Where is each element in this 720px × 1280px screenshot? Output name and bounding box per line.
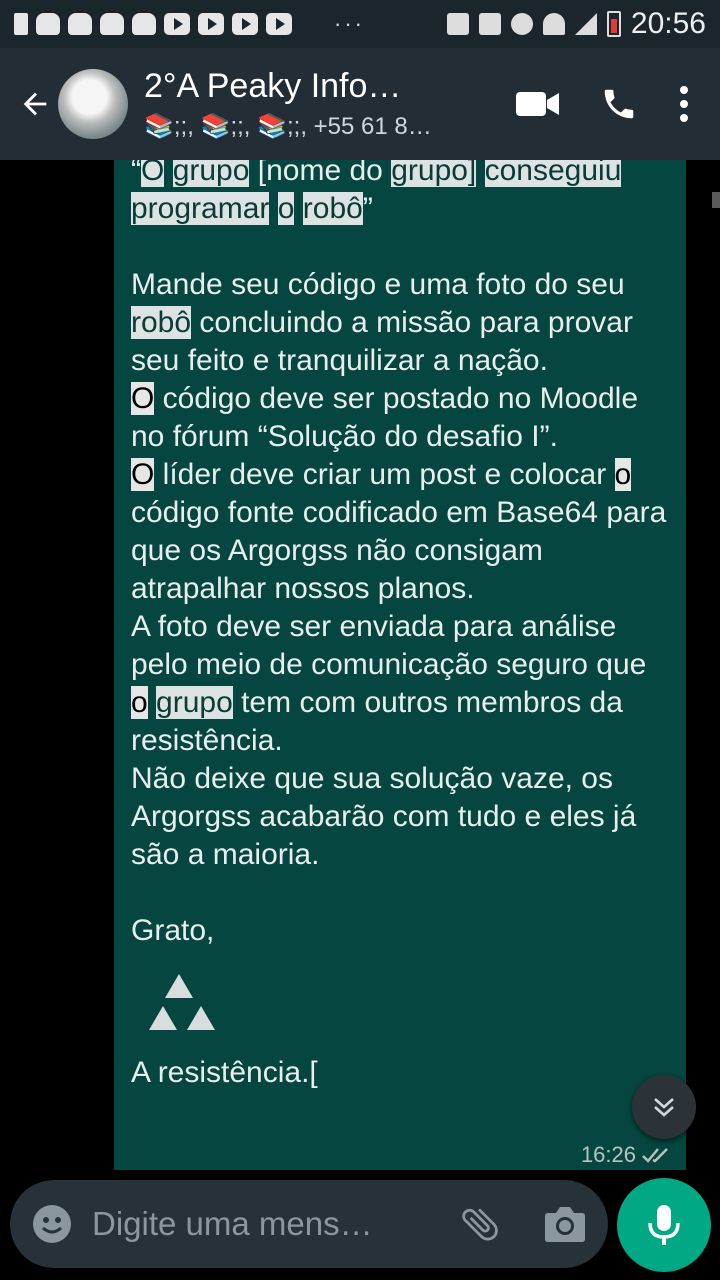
message-line: “O grupo [nome do grupo] conseguiu progr… — [131, 160, 668, 228]
discord-notification-icon — [68, 13, 92, 35]
youtube-notification-icon — [266, 13, 292, 35]
voice-call-icon[interactable] — [600, 85, 638, 123]
more-options-icon[interactable] — [678, 85, 690, 123]
alarm-icon — [510, 13, 533, 35]
chat-info[interactable]: 2°A Peaky Info… 📚;;, 📚;;, 📚;;, +55 61 81… — [144, 67, 444, 141]
chat-header: 2°A Peaky Info… 📚;;, 📚;;, 📚;;, +55 61 81… — [0, 48, 720, 160]
double-check-icon — [642, 1148, 668, 1163]
chat-members: 📚;;, 📚;;, 📚;;, +55 61 81… — [144, 113, 444, 140]
message-paragraph: O código deve ser postado no Moodle no f… — [131, 382, 639, 453]
back-arrow-icon — [23, 92, 47, 116]
lock-icon — [446, 13, 469, 35]
discord-notification-icon — [100, 13, 124, 35]
video-call-icon[interactable] — [516, 89, 560, 119]
group-avatar[interactable] — [58, 69, 128, 139]
alert-notification-icon — [14, 13, 28, 35]
double-chevron-down-icon — [654, 1098, 674, 1117]
microphone-icon — [648, 1205, 680, 1245]
voice-message-button[interactable] — [617, 1178, 711, 1272]
message-list[interactable]: “O grupo [nome do grupo] conseguiu progr… — [0, 160, 720, 1170]
message-input[interactable]: Digite uma mens… — [92, 1205, 458, 1243]
chat-title: 2°A Peaky Info… — [144, 67, 402, 105]
resistance-symbol-icon — [149, 974, 668, 1054]
clock: 20:56 — [630, 7, 706, 40]
message-timestamp: 16:26 — [581, 1136, 672, 1170]
scrollbar[interactable] — [712, 192, 720, 208]
message-composer[interactable]: Digite uma mens… — [10, 1180, 608, 1268]
message-greeting: Grato, — [131, 914, 215, 947]
message-paragraph: A foto deve ser enviada para análise pel… — [131, 610, 647, 757]
emoji-icon[interactable] — [32, 1204, 72, 1244]
message-signature: A resistência.[ — [131, 1056, 318, 1089]
signal-icon — [574, 13, 597, 35]
youtube-notification-icon — [232, 13, 258, 35]
message-paragraph: Não deixe que sua solução vaze, os Argor… — [131, 762, 637, 871]
camera-icon[interactable] — [544, 1205, 586, 1243]
wifi-icon — [542, 13, 565, 35]
more-notifications-icon: ··· — [334, 11, 365, 36]
message-paragraph: Mande seu código e uma foto do seu robô … — [131, 268, 633, 377]
discord-notification-icon — [132, 13, 156, 35]
message-paragraph: O líder deve criar um post e colocar o c… — [131, 458, 667, 605]
attach-icon[interactable] — [458, 1202, 502, 1246]
scroll-to-bottom-button[interactable] — [632, 1075, 696, 1139]
battery-icon — [606, 11, 621, 37]
back-button[interactable] — [12, 81, 58, 127]
status-bar: ··· 20:56 — [0, 0, 720, 48]
mute-icon — [478, 13, 501, 35]
youtube-notification-icon — [198, 13, 224, 35]
message-bubble[interactable]: “O grupo [nome do grupo] conseguiu progr… — [114, 160, 686, 1170]
discord-notification-icon — [36, 13, 60, 35]
youtube-notification-icon — [164, 13, 190, 35]
